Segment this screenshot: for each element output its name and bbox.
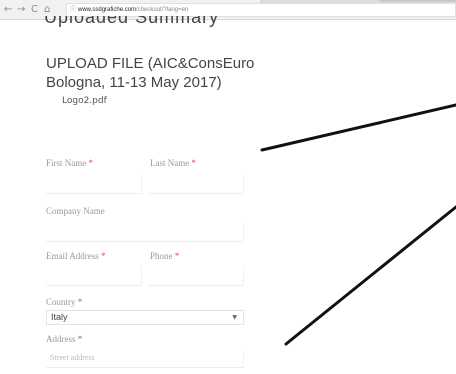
phone-field[interactable] <box>148 266 244 286</box>
last-name-label: Last Name * <box>150 158 196 168</box>
address-bar[interactable]: ⓘ www.ssdgrafiche.com/checkout/?lang=en <box>66 3 456 17</box>
required-mark: * <box>191 158 196 168</box>
required-mark: * <box>77 334 83 344</box>
first-name-label: First Name * <box>46 158 93 168</box>
required-mark: * <box>174 251 180 261</box>
email-address-label: Email Address * <box>46 251 106 261</box>
required-mark: * <box>88 158 94 168</box>
last-name-field[interactable] <box>148 174 244 194</box>
required-mark: * <box>77 297 83 307</box>
country-value: Italy <box>51 312 68 322</box>
upload-file-title: UPLOAD FILE (AIC&ConsEuro Bologna, 11-13… <box>46 55 255 91</box>
required-mark: * <box>101 251 106 261</box>
street-address-placeholder: Street address <box>50 353 95 362</box>
address-label: Address * <box>46 334 83 344</box>
home-icon[interactable]: ⌂ <box>44 3 50 17</box>
back-icon[interactable]: ← <box>4 3 12 17</box>
country-select[interactable]: Italy ▼ <box>46 310 244 325</box>
chevron-down-icon: ▼ <box>232 314 237 321</box>
info-icon: ⓘ <box>70 6 77 13</box>
forward-icon[interactable]: → <box>17 3 25 17</box>
uploaded-file-name: Logo2.pdf <box>62 96 107 106</box>
email-address-field[interactable] <box>46 266 142 286</box>
street-address-field[interactable]: Street address <box>46 350 244 368</box>
phone-label: Phone * <box>150 251 180 261</box>
country-label: Country * <box>46 297 83 307</box>
url-domain: www.ssdgrafiche.com <box>78 7 137 13</box>
annotation-stroke-upper <box>260 103 456 152</box>
first-name-field[interactable] <box>46 174 142 194</box>
section-title-cropped: Uploaded Summary <box>44 16 220 27</box>
url-path: /checkout/?lang=en <box>136 7 189 13</box>
reload-icon[interactable]: C <box>31 3 38 17</box>
tab-strip-active <box>380 0 456 2</box>
annotation-stroke-lower <box>284 205 456 346</box>
company-name-label: Company Name <box>46 206 105 216</box>
company-name-field[interactable] <box>46 222 244 242</box>
